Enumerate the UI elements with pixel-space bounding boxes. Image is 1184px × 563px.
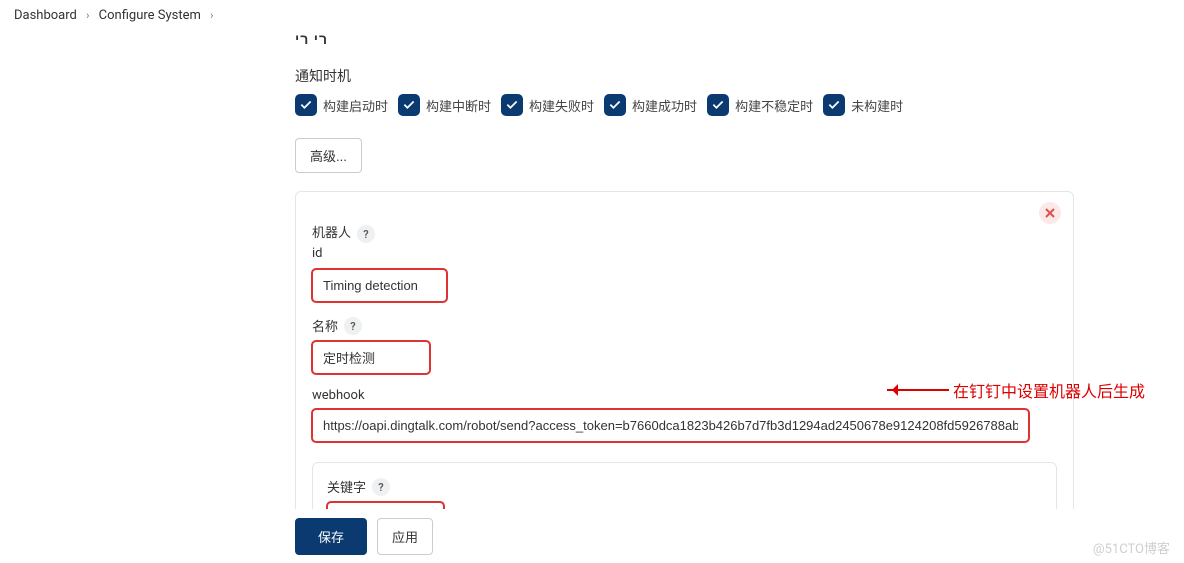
checkbox-box[interactable]	[823, 94, 845, 116]
robot-id-label: 机器人 id ?	[312, 224, 1057, 263]
bottom-action-bar: 保存 应用	[0, 509, 1184, 563]
notify-timing-label: 通知时机	[295, 66, 1074, 86]
checkbox-build-success: 构建成功时	[604, 94, 697, 116]
apply-button[interactable]: 应用	[377, 518, 433, 555]
checkbox-label: 构建中断时	[426, 96, 491, 115]
close-icon	[1045, 208, 1055, 218]
checkbox-build-start: 构建启动时	[295, 94, 388, 116]
robot-name-label-text: 名称	[312, 316, 338, 335]
robot-id-label-line2: id	[312, 246, 323, 261]
webhook-label-text: webhook	[312, 388, 365, 403]
keyword-label-text: 关键字	[327, 477, 366, 496]
checkbox-not-built: 未构建时	[823, 94, 903, 116]
help-icon[interactable]: ?	[344, 317, 362, 335]
breadcrumb-item-configure[interactable]: Configure System	[99, 8, 201, 23]
checkbox-build-unstable: 构建不稳定时	[707, 94, 813, 116]
robot-id-input[interactable]	[312, 269, 447, 302]
checkbox-build-abort: 构建中断时	[398, 94, 491, 116]
chevron-right-icon: ›	[210, 9, 213, 22]
checkbox-box[interactable]	[707, 94, 729, 116]
checkbox-box[interactable]	[501, 94, 523, 116]
help-icon[interactable]: ?	[357, 225, 375, 243]
checkbox-label: 构建不稳定时	[735, 96, 813, 115]
robot-config-panel: 机器人 id ? 名称 ? webhook 关键字 ?	[295, 191, 1074, 559]
checkbox-label: 未构建时	[851, 96, 903, 115]
keyword-label: 关键字 ?	[327, 477, 1042, 496]
robot-id-label-line1: 机器人	[312, 226, 351, 241]
remove-robot-button[interactable]	[1039, 202, 1061, 224]
checkbox-box[interactable]	[295, 94, 317, 116]
breadcrumb-item-dashboard[interactable]: Dashboard	[14, 8, 77, 23]
breadcrumb: Dashboard › Configure System ›	[0, 0, 1184, 31]
robot-name-label: 名称 ?	[312, 316, 1057, 335]
help-icon[interactable]: ?	[372, 478, 390, 496]
chevron-right-icon: ›	[86, 9, 89, 22]
webhook-input[interactable]	[312, 409, 1029, 442]
save-button[interactable]: 保存	[295, 518, 367, 555]
checkbox-box[interactable]	[398, 94, 420, 116]
section-heading-truncated: רי רי	[295, 31, 1074, 48]
checkbox-label: 构建失败时	[529, 96, 594, 115]
checkbox-box[interactable]	[604, 94, 626, 116]
robot-name-input[interactable]	[312, 341, 430, 374]
checkbox-label: 构建成功时	[632, 96, 697, 115]
checkbox-label: 构建启动时	[323, 96, 388, 115]
main-content: רי רי 通知时机 构建启动时 构建中断时 构建失败时 构建成功时 构建不稳定…	[295, 31, 1074, 559]
notify-checkbox-row: 构建启动时 构建中断时 构建失败时 构建成功时 构建不稳定时 未构建时	[295, 94, 1074, 116]
webhook-label: webhook	[312, 388, 1057, 403]
advanced-button[interactable]: 高级...	[295, 138, 362, 173]
checkbox-build-fail: 构建失败时	[501, 94, 594, 116]
